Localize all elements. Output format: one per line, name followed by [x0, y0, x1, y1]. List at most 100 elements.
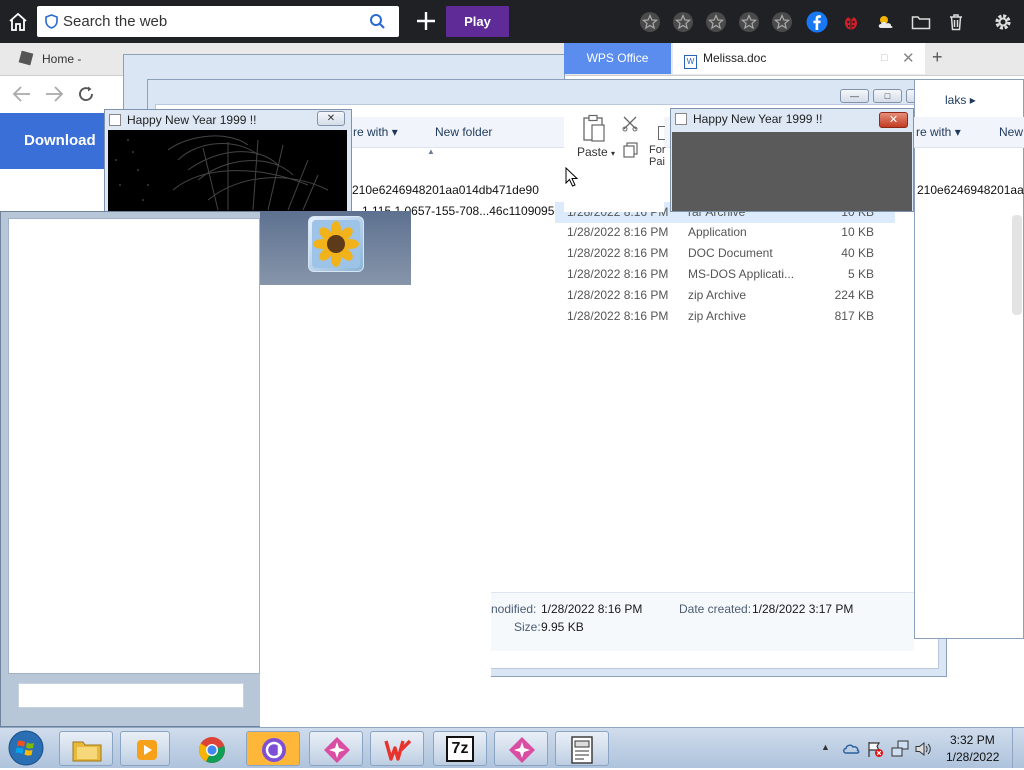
- window-title: Happy New Year 1999 !!: [127, 113, 257, 127]
- new-tab-plus-icon[interactable]: [413, 8, 439, 34]
- clock-date[interactable]: 1/28/2022: [946, 750, 999, 764]
- taskbar-wps-button[interactable]: [370, 731, 424, 766]
- paste-icon[interactable]: [582, 114, 606, 147]
- melissa-doc-tab[interactable]: W Melissa.doc □ ✕: [673, 43, 925, 74]
- forward-icon[interactable]: [44, 85, 64, 106]
- table-row[interactable]: 1/28/2022 8:16 PM DOC Document 40 KB: [555, 243, 895, 264]
- breadcrumb[interactable]: laks ▸: [945, 93, 976, 107]
- chevron-down-icon: ▾: [611, 149, 616, 158]
- paste-label: Paste: [577, 145, 608, 159]
- back-icon[interactable]: [12, 85, 32, 106]
- volume-icon[interactable]: [914, 741, 932, 760]
- star-icon[interactable]: [639, 11, 661, 33]
- ladybug-icon[interactable]: [840, 11, 862, 33]
- explorer-icon: [72, 738, 102, 765]
- cloud-sync-icon[interactable]: [842, 740, 860, 759]
- tab-roblox-home[interactable]: Home - Roblox: [18, 43, 120, 98]
- size-cell: 5 KB: [847, 267, 874, 281]
- weather-icon[interactable]: [875, 11, 897, 33]
- taskbar-chrome-button[interactable]: [185, 731, 237, 766]
- user-avatar-sunflower-icon[interactable]: [308, 216, 364, 272]
- star-icon[interactable]: [738, 11, 760, 33]
- table-row[interactable]: 1/28/2022 8:16 PM zip Archive 224 KB: [555, 285, 895, 306]
- paste-button[interactable]: Paste ▾: [577, 145, 615, 159]
- search-box[interactable]: [37, 6, 399, 37]
- spark-icon: [508, 736, 536, 767]
- 7zip-icon: 7z: [446, 736, 474, 762]
- size-cell: 817 KB: [834, 309, 874, 323]
- taskbar-spark-button-2[interactable]: [494, 731, 548, 766]
- size-value: 9.95 KB: [541, 620, 584, 634]
- file-name-cell[interactable]: 210e6246948201aa014db471de90: [352, 183, 539, 197]
- date-created-label: Date created:: [679, 602, 752, 616]
- size-cell: 40 KB: [841, 246, 874, 260]
- chevron-right-icon: ▸: [969, 93, 976, 107]
- folder-icon[interactable]: [910, 11, 932, 33]
- close-button[interactable]: ✕: [317, 111, 345, 126]
- gear-icon[interactable]: [992, 11, 1014, 33]
- close-button[interactable]: ✕: [879, 112, 908, 128]
- roblox-icon: [18, 50, 34, 66]
- star-icon[interactable]: [672, 11, 694, 33]
- star-icon[interactable]: [771, 11, 793, 33]
- new-folder-button[interactable]: New folder: [435, 125, 492, 139]
- wps-icon: [384, 738, 412, 765]
- restore-icon[interactable]: □: [881, 43, 888, 74]
- show-hidden-icons-chevron-up-icon[interactable]: ▲: [821, 742, 830, 752]
- play-button[interactable]: Play: [446, 6, 509, 37]
- start-menu-programs-list[interactable]: [8, 218, 260, 674]
- taskbar-arc-button[interactable]: [246, 731, 300, 766]
- copy-icon[interactable]: [623, 142, 639, 161]
- search-icon[interactable]: [369, 13, 386, 33]
- type-cell: zip Archive: [688, 288, 747, 302]
- wps-office-tab[interactable]: WPS Office: [564, 43, 671, 74]
- clock-time[interactable]: 3:32 PM: [950, 733, 995, 747]
- window-title: Happy New Year 1999 !!: [693, 112, 823, 126]
- document-icon: [570, 736, 594, 767]
- network-icon[interactable]: [891, 740, 909, 761]
- trash-icon[interactable]: [945, 11, 967, 33]
- facebook-icon[interactable]: [806, 11, 828, 33]
- breadcrumb-label: laks: [945, 93, 967, 107]
- date-cell: 1/28/2022 8:16 PM: [567, 309, 669, 323]
- home-icon[interactable]: [6, 10, 30, 34]
- chevron-down-icon: ▾: [391, 125, 398, 139]
- file-name-cell[interactable]: 210e6246948201aa01: [917, 183, 1024, 197]
- show-desktop-button[interactable]: [1012, 728, 1024, 768]
- close-icon[interactable]: ✕: [902, 43, 915, 74]
- share-with-label: re with: [916, 125, 952, 139]
- taskbar-explorer-button[interactable]: [59, 731, 113, 766]
- taskbar-spark-button[interactable]: [309, 731, 363, 766]
- new-tab-plus-icon[interactable]: +: [932, 47, 943, 68]
- share-with-button[interactable]: re with ▾: [916, 125, 961, 139]
- taskbar-media-player-button[interactable]: [120, 731, 170, 766]
- table-row[interactable]: 1/28/2022 8:16 PM Application 10 KB: [555, 222, 895, 243]
- minimize-button[interactable]: —: [840, 89, 869, 103]
- cut-icon[interactable]: [622, 116, 638, 135]
- table-row[interactable]: 1/28/2022 8:16 PM MS-DOS Applicati... 5 …: [555, 264, 895, 285]
- start-menu-blank-area: [260, 285, 491, 727]
- taskbar-document-button[interactable]: [555, 731, 609, 766]
- size-cell: 10 KB: [841, 225, 874, 239]
- type-cell: Application: [688, 225, 747, 239]
- search-input[interactable]: [63, 10, 363, 32]
- type-cell: zip Archive: [688, 309, 747, 323]
- sort-up-icon: ▲: [427, 147, 435, 156]
- date-cell: 1/28/2022 8:16 PM: [567, 225, 669, 239]
- happy-new-year-window-right: Happy New Year 1999 !! ✕: [670, 108, 914, 212]
- windows-start-icon[interactable]: [6, 729, 46, 767]
- table-row[interactable]: 1/28/2022 8:16 PM zip Archive 817 KB: [555, 306, 895, 327]
- star-icon[interactable]: [705, 11, 727, 33]
- format-painter-button[interactable]: For Pai: [649, 144, 666, 168]
- taskbar-7zip-button[interactable]: 7z: [433, 731, 487, 766]
- action-center-flag-icon[interactable]: [866, 740, 884, 761]
- maximize-button[interactable]: □: [873, 89, 902, 103]
- word-doc-icon: W: [684, 55, 697, 69]
- scrollbar[interactable]: [1012, 215, 1022, 315]
- new-button[interactable]: New: [999, 125, 1023, 139]
- share-with-button[interactable]: re with ▾: [353, 125, 398, 139]
- start-search-input[interactable]: [18, 683, 244, 708]
- reload-icon[interactable]: [77, 85, 95, 106]
- share-with-label: re with: [353, 125, 389, 139]
- fireworks-canvas: [672, 132, 912, 211]
